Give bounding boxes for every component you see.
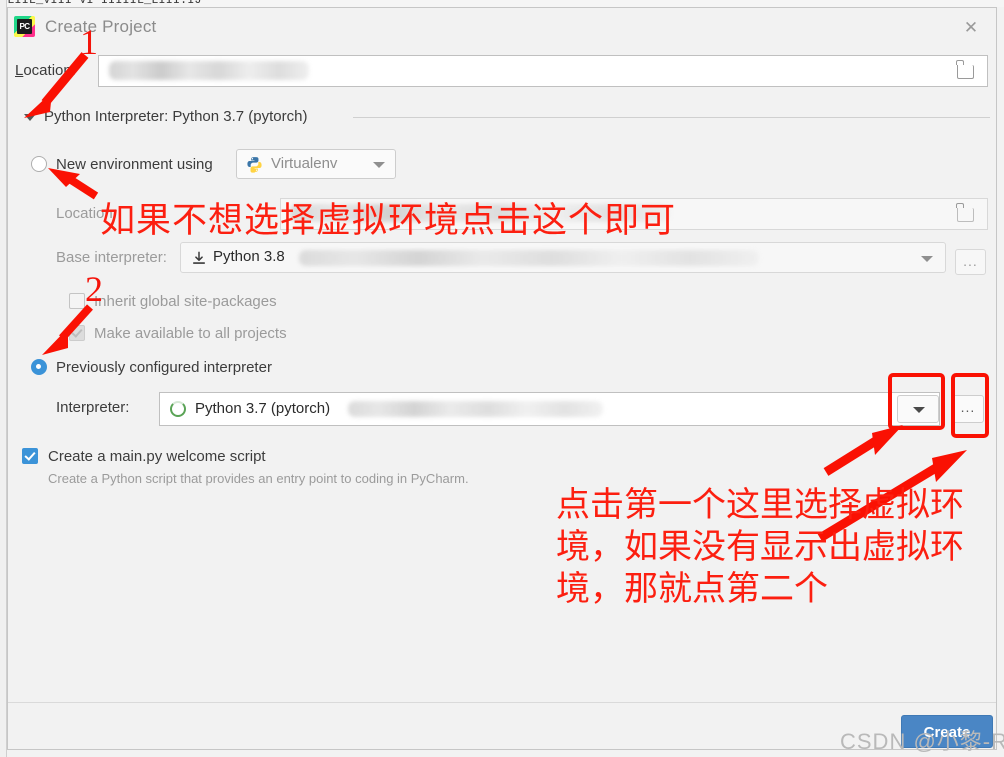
inherit-global-site-packages-checkbox <box>69 293 85 309</box>
footer-divider <box>8 702 996 703</box>
screenshot-root: ILIIL_VIII VI IIIIIL_LIII.IJ PC Create P… <box>0 0 1004 757</box>
base-interpreter-label: Base interpreter: <box>56 249 167 266</box>
python-icon <box>247 157 262 173</box>
folder-icon[interactable] <box>956 60 974 79</box>
annotation-note-top: 如果不想选择虚拟环境点击这个即可 <box>100 201 677 241</box>
base-interpreter-value: Python 3.8 <box>213 248 285 265</box>
background-window-title: ILIIL_VIII VI IIIIIL_LIII.IJ <box>0 0 1004 7</box>
pycharm-logo-icon: PC <box>14 16 35 37</box>
environment-type-value: Virtualenv <box>271 155 338 172</box>
annotation-note-bottom: 点击第一个这里选择虚拟环 境，如果没有显示出虚拟环 境，那就点第二个 <box>556 485 964 609</box>
green-ring-icon <box>170 401 186 417</box>
new-environment-label: New environment using <box>56 156 213 173</box>
annotation-number-2: 2 <box>85 269 103 309</box>
triangle-down-icon[interactable] <box>24 114 36 121</box>
annotation-number-1: 1 <box>80 22 98 62</box>
chevron-down-icon-base <box>921 256 933 262</box>
inherit-global-site-packages-label: Inherit global site-packages <box>94 293 277 310</box>
interpreter-section-header: Python Interpreter: Python 3.7 (pytorch) <box>44 108 308 125</box>
section-divider <box>353 117 990 118</box>
location-value-redacted <box>109 61 309 80</box>
page-title: Create Project <box>45 17 157 36</box>
create-main-py-label: Create a main.py welcome script <box>48 448 266 465</box>
create-main-py-hint: Create a Python script that provides an … <box>48 471 469 486</box>
make-available-all-projects-label: Make available to all projects <box>94 325 287 342</box>
create-project-dialog: PC Create Project ✕ Location: Python Int… <box>7 7 997 750</box>
folder-icon-venv <box>956 203 974 222</box>
interpreter-combo[interactable]: Python 3.7 (pytorch) <box>159 392 940 426</box>
previously-configured-label: Previously configured interpreter <box>56 359 272 376</box>
annotation-box-browse <box>951 373 989 438</box>
dialog-titlebar: PC Create Project ✕ <box>8 8 996 46</box>
create-main-py-checkbox[interactable] <box>22 448 38 464</box>
close-icon[interactable]: ✕ <box>954 14 988 42</box>
interpreter-path-redacted <box>348 401 603 417</box>
make-available-all-projects-checkbox <box>69 325 85 341</box>
csdn-watermark: CSDN @小黎-Rie <box>840 729 1004 754</box>
base-interpreter-combo: Python 3.8 <box>180 242 946 273</box>
background-window-left-edge <box>0 0 7 757</box>
location-label: Location: <box>15 62 76 79</box>
radio-new-environment[interactable] <box>31 156 47 172</box>
annotation-box-dropdown <box>888 373 945 430</box>
base-interpreter-path-redacted <box>299 250 759 266</box>
base-interpreter-browse-button: ... <box>955 249 986 275</box>
environment-type-combo[interactable]: Virtualenv <box>236 149 396 179</box>
chevron-down-icon[interactable] <box>373 162 385 168</box>
radio-previously-configured[interactable] <box>31 359 47 375</box>
interpreter-label: Interpreter: <box>56 399 130 416</box>
download-icon <box>192 251 206 264</box>
interpreter-value: Python 3.7 (pytorch) <box>195 400 331 417</box>
